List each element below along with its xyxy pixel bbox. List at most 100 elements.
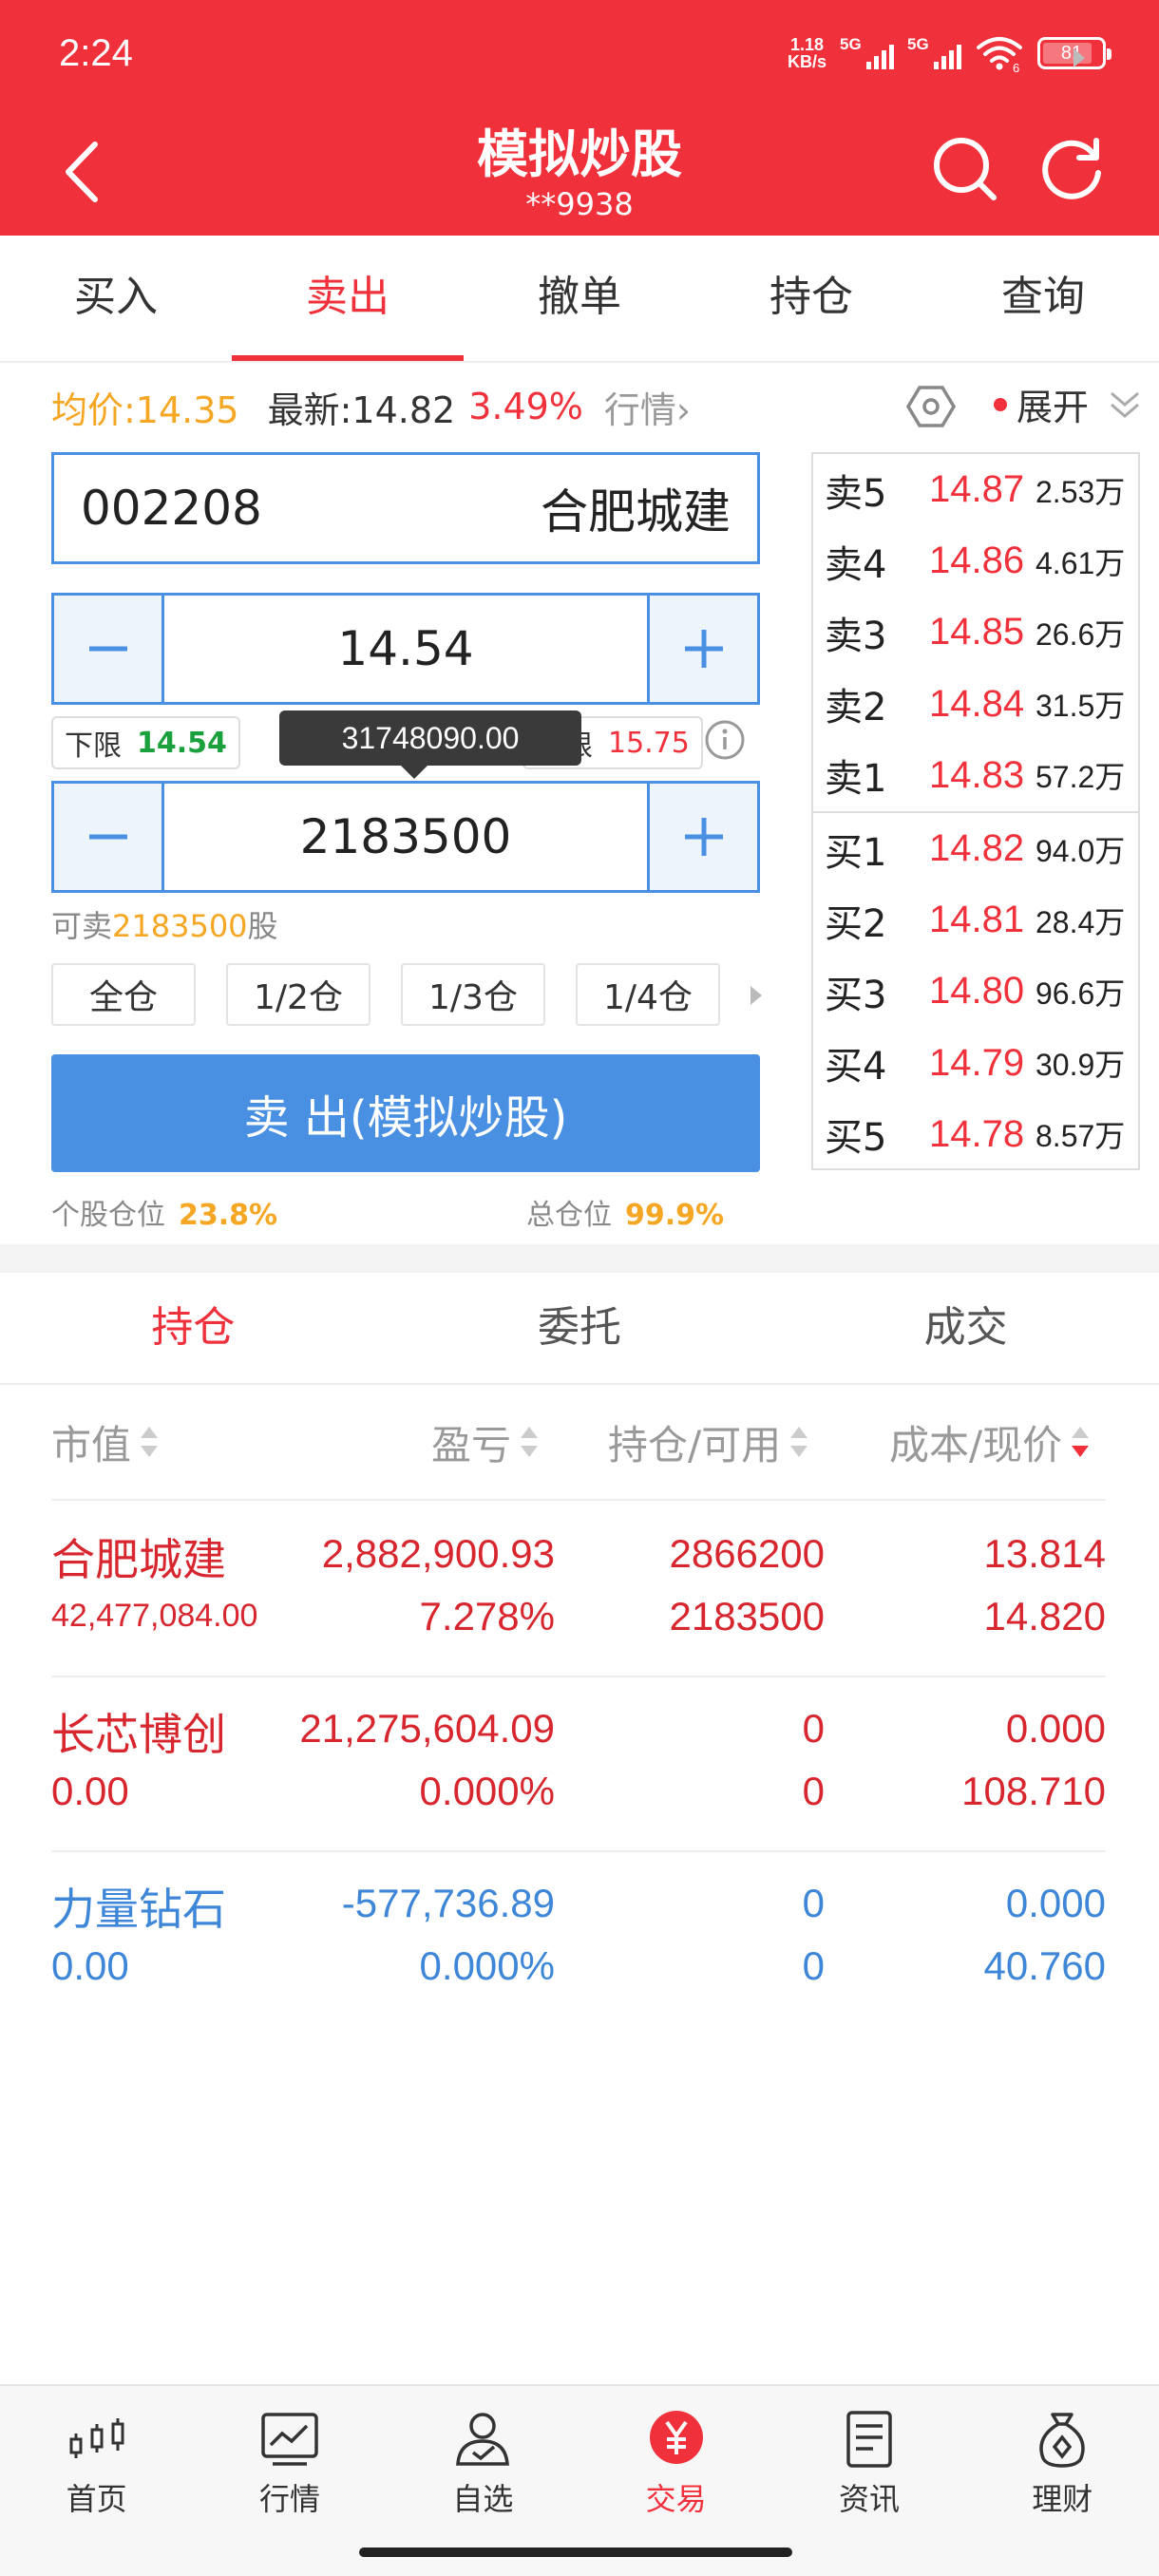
ratio-quarter-button[interactable]: 1/4仓 bbox=[576, 963, 720, 1026]
col-hold-avail[interactable]: 持仓/可用 bbox=[608, 1413, 808, 1471]
current-price: 14.820 bbox=[983, 1594, 1106, 1638]
price-input[interactable]: 14.54 bbox=[164, 596, 647, 702]
bid-row[interactable]: 买2 14.81 28.4万 bbox=[813, 884, 1138, 956]
sort-icon bbox=[139, 1425, 159, 1459]
signal-icon: 5G bbox=[840, 35, 894, 69]
table-row[interactable]: 力量钻石 0.00 -577,736.89 0.000% 0 0 0.000 4… bbox=[51, 1852, 1106, 2027]
caret-right-icon[interactable] bbox=[1070, 44, 1089, 72]
search-icon[interactable] bbox=[929, 133, 1001, 205]
ask-row[interactable]: 卖4 14.86 4.61万 bbox=[813, 525, 1138, 597]
ask-row[interactable]: 卖1 14.83 57.2万 bbox=[813, 740, 1138, 811]
stock-name: 长芯博创 bbox=[51, 1709, 226, 1760]
subtab-holdings[interactable]: 持仓 bbox=[0, 1273, 387, 1383]
tab-query[interactable]: 查询 bbox=[927, 236, 1159, 361]
current-price: 40.760 bbox=[983, 1943, 1106, 1988]
app-header: 2:24 1.18 KB/s 5G 5G 6 81 模拟炒股 **9938 bbox=[0, 0, 1159, 236]
bid-row[interactable]: 买1 14.82 94.0万 bbox=[813, 813, 1138, 884]
expand-toggle[interactable]: 展开 bbox=[994, 378, 1144, 430]
total-position: 总仓位 99.9% bbox=[526, 1199, 725, 1232]
plus-icon bbox=[684, 630, 723, 668]
money-bag-icon bbox=[1039, 2413, 1086, 2468]
chart-icon bbox=[261, 2413, 318, 2466]
col-pnl[interactable]: 盈亏 bbox=[431, 1413, 539, 1471]
sort-icon bbox=[519, 1425, 539, 1459]
latest-price: 最新:14.82 bbox=[267, 388, 456, 431]
tab-holdings[interactable]: 持仓 bbox=[695, 236, 927, 361]
nav-home[interactable]: 首页 bbox=[0, 2386, 193, 2576]
document-icon bbox=[846, 2411, 892, 2468]
holdings-table-header: 市值 盈亏 持仓/可用 成本/现价 bbox=[51, 1385, 1106, 1501]
avg-price: 均价:14.35 bbox=[51, 388, 239, 431]
price-info-line: 均价:14.35 最新:14.82 3.49% 行情› 展开 bbox=[51, 378, 1144, 435]
quantity-decrement-button[interactable] bbox=[54, 784, 164, 890]
ratio-half-button[interactable]: 1/2仓 bbox=[226, 963, 370, 1026]
yuan-icon bbox=[649, 2411, 703, 2464]
ratio-third-button[interactable]: 1/3仓 bbox=[401, 963, 545, 1026]
col-cost-price[interactable]: 成本/现价 bbox=[889, 1413, 1090, 1471]
person-check-icon bbox=[456, 2413, 510, 2466]
market-value: 0.00 bbox=[51, 1943, 129, 1988]
chevron-double-down-icon bbox=[1111, 391, 1139, 418]
ask-row[interactable]: 卖5 14.87 2.53万 bbox=[813, 454, 1138, 525]
info-icon[interactable] bbox=[703, 718, 747, 762]
refresh-icon[interactable] bbox=[1036, 133, 1108, 205]
stock-name: 合肥城建 bbox=[541, 484, 731, 540]
bid-row[interactable]: 买3 14.80 96.6万 bbox=[813, 956, 1138, 1027]
status-time: 2:24 bbox=[59, 32, 133, 74]
home-indicator[interactable] bbox=[359, 2548, 792, 2557]
market-link[interactable]: 行情› bbox=[604, 381, 691, 433]
nav-wealth[interactable]: 理财 bbox=[966, 2386, 1159, 2576]
tab-buy[interactable]: 买入 bbox=[0, 236, 232, 361]
lower-limit[interactable]: 下限 14.54 bbox=[51, 716, 240, 769]
subtab-orders[interactable]: 委托 bbox=[387, 1273, 773, 1383]
pnl-percent: 0.000% bbox=[419, 1943, 555, 1988]
position-summary: 个股仓位 23.8% 总仓位 99.9% bbox=[51, 1191, 773, 1239]
quantity-increment-button[interactable] bbox=[647, 784, 757, 890]
col-market-value[interactable]: 市值 bbox=[51, 1413, 159, 1471]
available-qty: 0 bbox=[802, 1943, 825, 1988]
status-bar: 2:24 1.18 KB/s 5G 5G 6 81 bbox=[0, 0, 1159, 114]
cost-price: 13.814 bbox=[983, 1531, 1106, 1576]
available-qty: 2183500 bbox=[669, 1594, 825, 1638]
wifi-icon: 6 bbox=[977, 37, 1022, 72]
sell-button[interactable]: 卖 出(模拟炒股) bbox=[51, 1054, 760, 1172]
ask-levels: 卖5 14.87 2.53万 卖4 14.86 4.61万 卖3 14.85 26.6万 卖… bbox=[813, 454, 1138, 811]
holding-qty: 0 bbox=[802, 1706, 825, 1751]
ask-row[interactable]: 卖2 14.84 31.5万 bbox=[813, 669, 1138, 740]
minus-icon bbox=[88, 646, 127, 652]
price-stepper: 14.54 bbox=[51, 593, 760, 705]
nav-market[interactable]: 行情 bbox=[193, 2386, 386, 2576]
pnl-amount: 2,882,900.93 bbox=[321, 1531, 555, 1576]
available-qty: 0 bbox=[802, 1769, 825, 1813]
holdings-subtabs: 持仓 委托 成交 bbox=[0, 1273, 1159, 1385]
plus-icon bbox=[684, 818, 723, 856]
stock-code-input[interactable]: 002208 合肥城建 bbox=[51, 452, 760, 564]
net-speed: 1.18 KB/s bbox=[787, 35, 826, 71]
sort-icon bbox=[1070, 1425, 1090, 1459]
price-decrement-button[interactable] bbox=[54, 596, 164, 702]
subtab-deals[interactable]: 成交 bbox=[772, 1273, 1159, 1383]
ratio-full-button[interactable]: 全仓 bbox=[51, 963, 196, 1026]
svg-text:6: 6 bbox=[1013, 61, 1019, 72]
price-increment-button[interactable] bbox=[647, 596, 757, 702]
sort-icon bbox=[788, 1425, 808, 1459]
table-row[interactable]: 长芯博创 0.00 21,275,604.09 0.000% 0 0 0.000… bbox=[51, 1677, 1106, 1852]
stock-name: 合肥城建 bbox=[51, 1534, 226, 1585]
bid-levels: 买1 14.82 94.0万 买2 14.81 28.4万 买3 14.80 96.6万 买… bbox=[813, 811, 1138, 1170]
bid-row[interactable]: 买5 14.78 8.57万 bbox=[813, 1099, 1138, 1170]
ask-row[interactable]: 卖3 14.85 26.6万 bbox=[813, 597, 1138, 668]
pnl-percent: 0.000% bbox=[419, 1769, 555, 1813]
quantity-input[interactable]: 2183500 bbox=[164, 784, 647, 890]
price-limits: 下限 14.54 上限 15.75 31748090.00 bbox=[51, 710, 773, 779]
tab-cancel[interactable]: 撤单 bbox=[464, 236, 695, 361]
bid-row[interactable]: 买4 14.79 30.9万 bbox=[813, 1028, 1138, 1099]
settings-hexagon-icon[interactable] bbox=[906, 382, 956, 431]
trade-tabs: 买入 卖出 撤单 持仓 查询 bbox=[0, 236, 1159, 363]
table-row[interactable]: 合肥城建 42,477,084.00 2,882,900.93 7.278% 2… bbox=[51, 1503, 1106, 1677]
caret-right-icon[interactable] bbox=[745, 980, 768, 1011]
nav-news[interactable]: 资讯 bbox=[772, 2386, 965, 2576]
signal-icon: 5G bbox=[907, 35, 961, 69]
candlestick-icon bbox=[69, 2418, 124, 2458]
current-price: 108.710 bbox=[961, 1769, 1106, 1813]
tab-sell[interactable]: 卖出 bbox=[232, 236, 464, 361]
